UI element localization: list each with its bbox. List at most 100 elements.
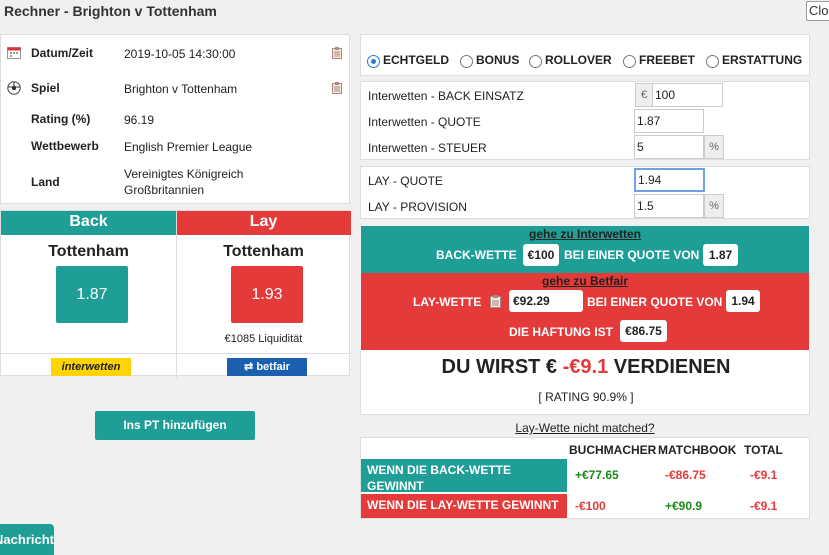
add-to-pt-button[interactable]: Ins PT hinzufügen — [95, 411, 255, 440]
radio-unchecked-icon — [529, 55, 542, 68]
column-header-total: TOTAL — [744, 443, 783, 457]
lay-team: Tottenham — [223, 243, 304, 260]
back-lay-panel: Back Lay Tottenham Tottenham 1.87 1.93 €… — [0, 210, 351, 378]
radio-label: ROLLOVER — [545, 53, 612, 67]
message-tab-button[interactable]: Nachricht — [0, 524, 54, 555]
tax-input[interactable]: 5 — [634, 135, 704, 159]
rating-label: Rating (%) — [31, 112, 91, 126]
lay-not-matched-link[interactable]: Lay-Wette nicht matched? — [360, 421, 810, 435]
betfair-logo-icon: ⇄ — [244, 361, 254, 373]
betfair-logo-text: betfair — [256, 361, 290, 373]
competition-value: English Premier League — [124, 140, 253, 154]
back-odds-row: Interwetten - QUOTE 1.87 — [361, 109, 811, 133]
lay-bet-label: LAY-WETTE — [413, 295, 482, 309]
lay-wins-matchbook: +€90.9 — [665, 499, 703, 513]
back-odds-input[interactable]: 1.87 — [634, 109, 704, 133]
tax-row: Interwetten - STEUER 5 % — [361, 135, 811, 159]
lay-wins-total: -€9.1 — [750, 499, 778, 513]
column-header-matchbook: MATCHBOOK — [658, 443, 737, 457]
football-icon — [7, 81, 21, 98]
calendar-icon — [7, 46, 21, 62]
goto-betfair-link[interactable]: gehe zu Betfair — [361, 274, 809, 288]
row-label-back-wins: WENN DIE BACK-WETTE GEWINNT — [361, 459, 567, 493]
row-label-line-1: WENN DIE BACK-WETTE — [367, 463, 511, 477]
back-stake-row: Interwetten - BACK EINSATZ € 100 — [361, 83, 811, 107]
radio-label: ERSTATTUNG — [722, 53, 803, 67]
competition-label: Wettbewerb — [31, 139, 99, 153]
back-bet-amount: €100 — [523, 244, 559, 266]
clipboard-icon[interactable] — [490, 295, 501, 311]
divider — [176, 211, 177, 353]
lay-odds-box[interactable]: 1.93 — [231, 266, 303, 323]
back-header: Back — [1, 211, 176, 235]
divider — [176, 354, 177, 378]
lay-bet-amount[interactable]: €92.29 — [509, 290, 583, 312]
close-button[interactable]: Close — [806, 1, 829, 21]
back-odds-label: Interwetten - QUOTE — [368, 115, 481, 129]
logo-row: interwetten ⇄ betfair — [1, 353, 351, 378]
lay-wins-bookmaker: -€100 — [575, 499, 606, 513]
back-wins-total: -€9.1 — [750, 468, 778, 482]
profit-suffix: VERDIENEN — [613, 356, 731, 378]
liability-amount: €86.75 — [620, 320, 667, 342]
copy-icon[interactable] — [332, 47, 342, 59]
lay-odds-label: LAY - QUOTE — [368, 174, 443, 188]
commission-row: LAY - PROVISION 1.5 % — [361, 194, 811, 218]
window-titlebar: Rechner - Brighton v Tottenham Close — [0, 0, 829, 28]
profit-value: -€9.1 — [562, 356, 609, 378]
profit-headline: DU WIRST € -€9.1 VERDIENEN — [361, 356, 811, 379]
profit-prefix: DU WIRST € — [441, 356, 558, 378]
datetime-label: Datum/Zeit — [31, 46, 94, 60]
commission-input[interactable]: 1.5 — [634, 194, 704, 218]
lay-bet-result: gehe zu Betfair LAY-WETTE €92.29 BEI EIN… — [361, 273, 809, 350]
back-wins-bookmaker: +€77.65 — [575, 468, 619, 482]
back-inputs-panel: Interwetten - BACK EINSATZ € 100 Interwe… — [360, 81, 810, 160]
bet-type-radio-group: ECHTGELD BONUS ROLLOVER FREEBET ERSTATTU… — [360, 34, 810, 76]
back-bet-label: BACK-WETTE — [436, 248, 517, 262]
row-label-line-1: WENN DIE LAY-WETTE GEWINNT — [367, 498, 559, 512]
country-value-line-2: Großbritannien — [124, 183, 205, 197]
liability-label: DIE HAFTUNG IST — [509, 325, 613, 339]
copy-icon[interactable] — [332, 82, 342, 94]
tax-label: Interwetten - STEUER — [368, 141, 487, 155]
currency-addon: € — [635, 83, 653, 107]
interwetten-logo[interactable]: interwetten — [51, 358, 131, 376]
radio-label: ECHTGELD — [383, 53, 449, 67]
percent-addon: % — [704, 194, 724, 218]
profit-summary: DU WIRST € -€9.1 VERDIENEN [ RATING 90.9… — [360, 350, 810, 415]
rating-value: 96.19 — [124, 113, 155, 127]
back-bet-result: gehe zu Interwetten BACK-WETTE €100 BEI … — [361, 226, 809, 273]
back-stake-label: Interwetten - BACK EINSATZ — [368, 89, 524, 103]
column-header-bookmaker: BUCHMACHER — [569, 443, 657, 457]
row-label-lay-wins: WENN DIE LAY-WETTE GEWINNT — [361, 494, 567, 518]
lay-inputs-panel: LAY - QUOTE 1.94 LAY - PROVISION 1.5 % — [360, 166, 810, 219]
commission-label: LAY - PROVISION — [368, 200, 467, 214]
back-stake-input[interactable]: 100 — [652, 83, 723, 107]
window-title: Rechner - Brighton v Tottenham — [4, 3, 217, 19]
match-label: Spiel — [31, 81, 60, 95]
back-bet-odds: 1.87 — [703, 244, 738, 266]
radio-checked-icon — [367, 55, 380, 68]
country-label: Land — [31, 175, 60, 189]
goto-interwetten-link[interactable]: gehe zu Interwetten — [361, 227, 809, 241]
match-value: Brighton v Tottenham — [124, 82, 238, 96]
lay-header: Lay — [176, 211, 351, 235]
liquidity-text: €1085 Liquidität — [224, 333, 303, 345]
lay-odds-row: LAY - QUOTE 1.94 — [361, 168, 811, 192]
lay-bet-odds: 1.94 — [726, 290, 760, 312]
percent-addon: % — [704, 135, 724, 159]
back-odds-box[interactable]: 1.87 — [56, 266, 128, 323]
radio-unchecked-icon — [623, 55, 636, 68]
radio-label: BONUS — [476, 53, 520, 67]
betfair-logo[interactable]: ⇄ betfair — [227, 358, 307, 376]
country-value-line-1: Vereinigtes Königreich — [124, 167, 244, 181]
datetime-value: 2019-10-05 14:30:00 — [124, 47, 236, 61]
radio-unchecked-icon — [706, 55, 719, 68]
match-info-panel: Datum/Zeit 2019-10-05 14:30:00 Spiel Bri… — [0, 34, 350, 204]
lay-odds-input[interactable]: 1.94 — [634, 168, 705, 192]
radio-label: FREEBET — [639, 53, 696, 67]
country-value: Vereinigtes Königreich Großbritannien — [124, 166, 243, 198]
back-team: Tottenham — [48, 243, 129, 260]
radio-unchecked-icon — [460, 55, 473, 68]
at-odds-label: BEI EINER QUOTE VON — [564, 248, 700, 262]
